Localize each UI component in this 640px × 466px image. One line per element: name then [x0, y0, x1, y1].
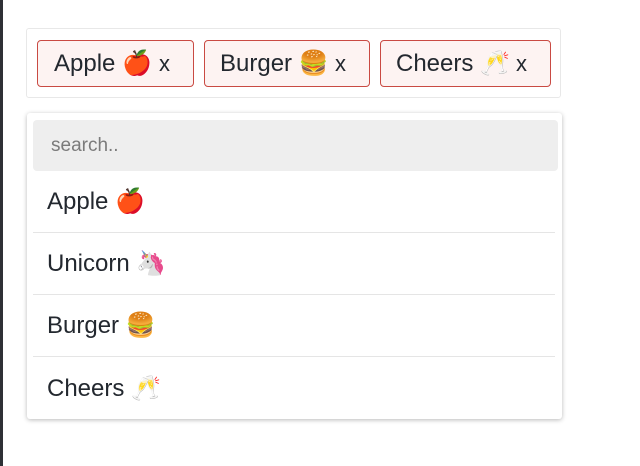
tag-cheers: Cheers 🥂 x — [380, 40, 551, 87]
option-unicorn[interactable]: Unicorn 🦄 — [33, 233, 555, 295]
tag-label: Burger 🍔 — [220, 50, 329, 77]
option-cheers[interactable]: Cheers 🥂 — [33, 357, 555, 419]
remove-tag-apple-button[interactable]: x — [159, 51, 170, 77]
remove-tag-burger-button[interactable]: x — [335, 51, 346, 77]
option-list: Apple 🍎 Unicorn 🦄 Burger 🍔 Cheers 🥂 — [33, 171, 555, 419]
option-apple[interactable]: Apple 🍎 — [33, 171, 555, 233]
options-dropdown: Apple 🍎 Unicorn 🦄 Burger 🍔 Cheers 🥂 — [27, 113, 562, 419]
option-burger[interactable]: Burger 🍔 — [33, 295, 555, 357]
tag-burger: Burger 🍔 x — [204, 40, 370, 87]
tag-label: Apple 🍎 — [54, 50, 152, 77]
tag-apple: Apple 🍎 x — [37, 40, 194, 87]
tag-label: Cheers 🥂 — [396, 50, 510, 77]
remove-tag-cheers-button[interactable]: x — [516, 51, 527, 77]
window-left-edge — [0, 0, 3, 466]
search-input[interactable] — [33, 120, 558, 171]
selected-tags-bar[interactable]: Apple 🍎 x Burger 🍔 x Cheers 🥂 x — [26, 28, 561, 98]
